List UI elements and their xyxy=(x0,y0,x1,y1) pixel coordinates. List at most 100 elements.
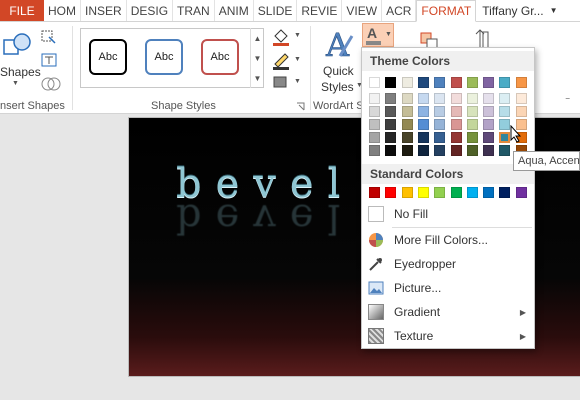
theme-color-swatch[interactable] xyxy=(434,93,446,104)
standard-color-swatch[interactable] xyxy=(466,187,478,198)
theme-color-swatch[interactable] xyxy=(401,93,413,104)
theme-color-swatch[interactable] xyxy=(450,119,462,130)
shapes-button[interactable]: Shapes xyxy=(0,65,41,79)
quick-styles-label[interactable]: Quick xyxy=(323,64,354,78)
theme-color-swatch[interactable] xyxy=(401,119,413,130)
theme-color-swatch[interactable] xyxy=(417,93,429,104)
theme-color-swatch[interactable] xyxy=(369,77,380,88)
theme-color-swatch[interactable] xyxy=(369,106,380,117)
dialog-launcher-icon[interactable] xyxy=(296,102,305,111)
theme-color-swatch[interactable] xyxy=(401,77,413,88)
standard-color-swatch[interactable] xyxy=(483,187,495,198)
user-account[interactable]: Tiffany Gr... ▼ xyxy=(476,0,563,21)
theme-color-swatch[interactable] xyxy=(369,93,380,104)
theme-color-swatch[interactable] xyxy=(483,145,495,156)
theme-color-swatch[interactable] xyxy=(434,77,446,88)
theme-color-swatch[interactable] xyxy=(434,119,446,130)
edit-shape-icon[interactable] xyxy=(40,28,62,44)
tab-insert[interactable]: INSER xyxy=(81,0,127,21)
theme-color-swatch[interactable] xyxy=(499,145,511,156)
text-fill-button[interactable]: A ▼ xyxy=(362,23,394,47)
text-box-icon[interactable] xyxy=(40,52,62,68)
shape-outline-icon[interactable] xyxy=(271,52,291,70)
theme-color-swatch[interactable] xyxy=(499,93,511,104)
tab-file[interactable]: FILE xyxy=(0,0,44,21)
theme-color-swatch[interactable] xyxy=(515,106,527,117)
no-fill-item[interactable]: No Fill xyxy=(362,203,534,225)
theme-color-swatch[interactable] xyxy=(450,106,462,117)
theme-color-swatch[interactable] xyxy=(385,145,397,156)
collapse-ribbon-icon[interactable]: ‾ xyxy=(566,98,569,109)
theme-color-swatch[interactable] xyxy=(369,145,380,156)
quick-styles-icon[interactable]: A xyxy=(322,26,356,64)
shape-style-black[interactable]: Abc xyxy=(89,39,127,75)
theme-color-swatch[interactable] xyxy=(466,77,478,88)
theme-color-swatch[interactable] xyxy=(483,93,495,104)
theme-color-swatch[interactable] xyxy=(417,132,429,143)
theme-color-swatch[interactable] xyxy=(385,106,397,117)
tab-slideshow[interactable]: SLIDE xyxy=(254,0,298,21)
chevron-down-icon[interactable]: ▼ xyxy=(294,78,301,85)
theme-color-swatch[interactable] xyxy=(434,106,446,117)
theme-color-swatch[interactable] xyxy=(483,77,495,88)
chevron-down-icon[interactable]: ▼ xyxy=(254,54,262,63)
shape-effects-icon[interactable] xyxy=(271,74,291,92)
standard-color-swatch[interactable] xyxy=(515,187,527,198)
standard-color-swatch[interactable] xyxy=(499,187,511,198)
theme-color-swatch[interactable] xyxy=(515,93,527,104)
theme-color-swatch[interactable] xyxy=(450,132,462,143)
more-fill-colors-item[interactable]: More Fill Colors... xyxy=(362,229,534,251)
tab-transitions[interactable]: TRAN xyxy=(173,0,215,21)
theme-color-swatch[interactable] xyxy=(385,77,397,88)
theme-color-swatch[interactable] xyxy=(385,119,397,130)
theme-color-swatch[interactable] xyxy=(483,119,495,130)
eyedropper-item[interactable]: Eyedropper xyxy=(362,253,534,275)
chevron-down-icon[interactable]: ▼ xyxy=(294,56,301,63)
more-icon[interactable]: ▼ xyxy=(254,74,262,83)
theme-color-swatch[interactable] xyxy=(499,132,511,143)
theme-color-swatch[interactable] xyxy=(434,132,446,143)
theme-color-swatch[interactable] xyxy=(369,119,380,130)
theme-color-swatch[interactable] xyxy=(417,119,429,130)
theme-color-swatch[interactable] xyxy=(450,93,462,104)
standard-color-swatch[interactable] xyxy=(434,187,446,198)
theme-color-swatch[interactable] xyxy=(483,106,495,117)
theme-color-swatch[interactable] xyxy=(515,77,527,88)
shape-style-blue[interactable]: Abc xyxy=(145,39,183,75)
tab-animations[interactable]: ANIM xyxy=(215,0,254,21)
standard-color-swatch[interactable] xyxy=(369,187,380,198)
tab-acrobat[interactable]: ACR xyxy=(382,0,417,21)
chevron-up-icon[interactable]: ▲ xyxy=(254,34,262,43)
gradient-item[interactable]: Gradient ▶ xyxy=(362,301,534,323)
theme-color-swatch[interactable] xyxy=(401,145,413,156)
theme-color-swatch[interactable] xyxy=(401,106,413,117)
texture-item[interactable]: Texture ▶ xyxy=(362,325,534,347)
theme-color-swatch[interactable] xyxy=(401,132,413,143)
theme-color-swatch[interactable] xyxy=(499,77,511,88)
tab-view[interactable]: VIEW xyxy=(342,0,383,21)
theme-color-swatch[interactable] xyxy=(385,132,397,143)
standard-color-swatch[interactable] xyxy=(385,187,397,198)
theme-color-swatch[interactable] xyxy=(434,145,446,156)
merge-shapes-icon[interactable] xyxy=(40,76,64,92)
tab-home[interactable]: HOM xyxy=(44,0,81,21)
theme-color-swatch[interactable] xyxy=(466,106,478,117)
theme-color-swatch[interactable] xyxy=(483,132,495,143)
shapes-gallery-icon[interactable] xyxy=(2,30,32,60)
theme-color-swatch[interactable] xyxy=(466,93,478,104)
picture-item[interactable]: Picture... xyxy=(362,277,534,299)
tab-design[interactable]: DESIG xyxy=(127,0,174,21)
theme-color-swatch[interactable] xyxy=(417,106,429,117)
theme-color-swatch[interactable] xyxy=(369,132,380,143)
standard-color-swatch[interactable] xyxy=(417,187,429,198)
theme-color-swatch[interactable] xyxy=(385,93,397,104)
theme-color-swatch[interactable] xyxy=(499,119,511,130)
theme-color-swatch[interactable] xyxy=(450,145,462,156)
theme-color-swatch[interactable] xyxy=(450,77,462,88)
theme-color-swatch[interactable] xyxy=(417,77,429,88)
gallery-scroll[interactable]: ▲ ▼ ▼ xyxy=(250,28,264,88)
shape-fill-icon[interactable] xyxy=(271,28,291,46)
theme-color-swatch[interactable] xyxy=(499,106,511,117)
tab-review[interactable]: REVIE xyxy=(297,0,343,21)
quick-styles-label-2[interactable]: Styles xyxy=(321,80,354,94)
